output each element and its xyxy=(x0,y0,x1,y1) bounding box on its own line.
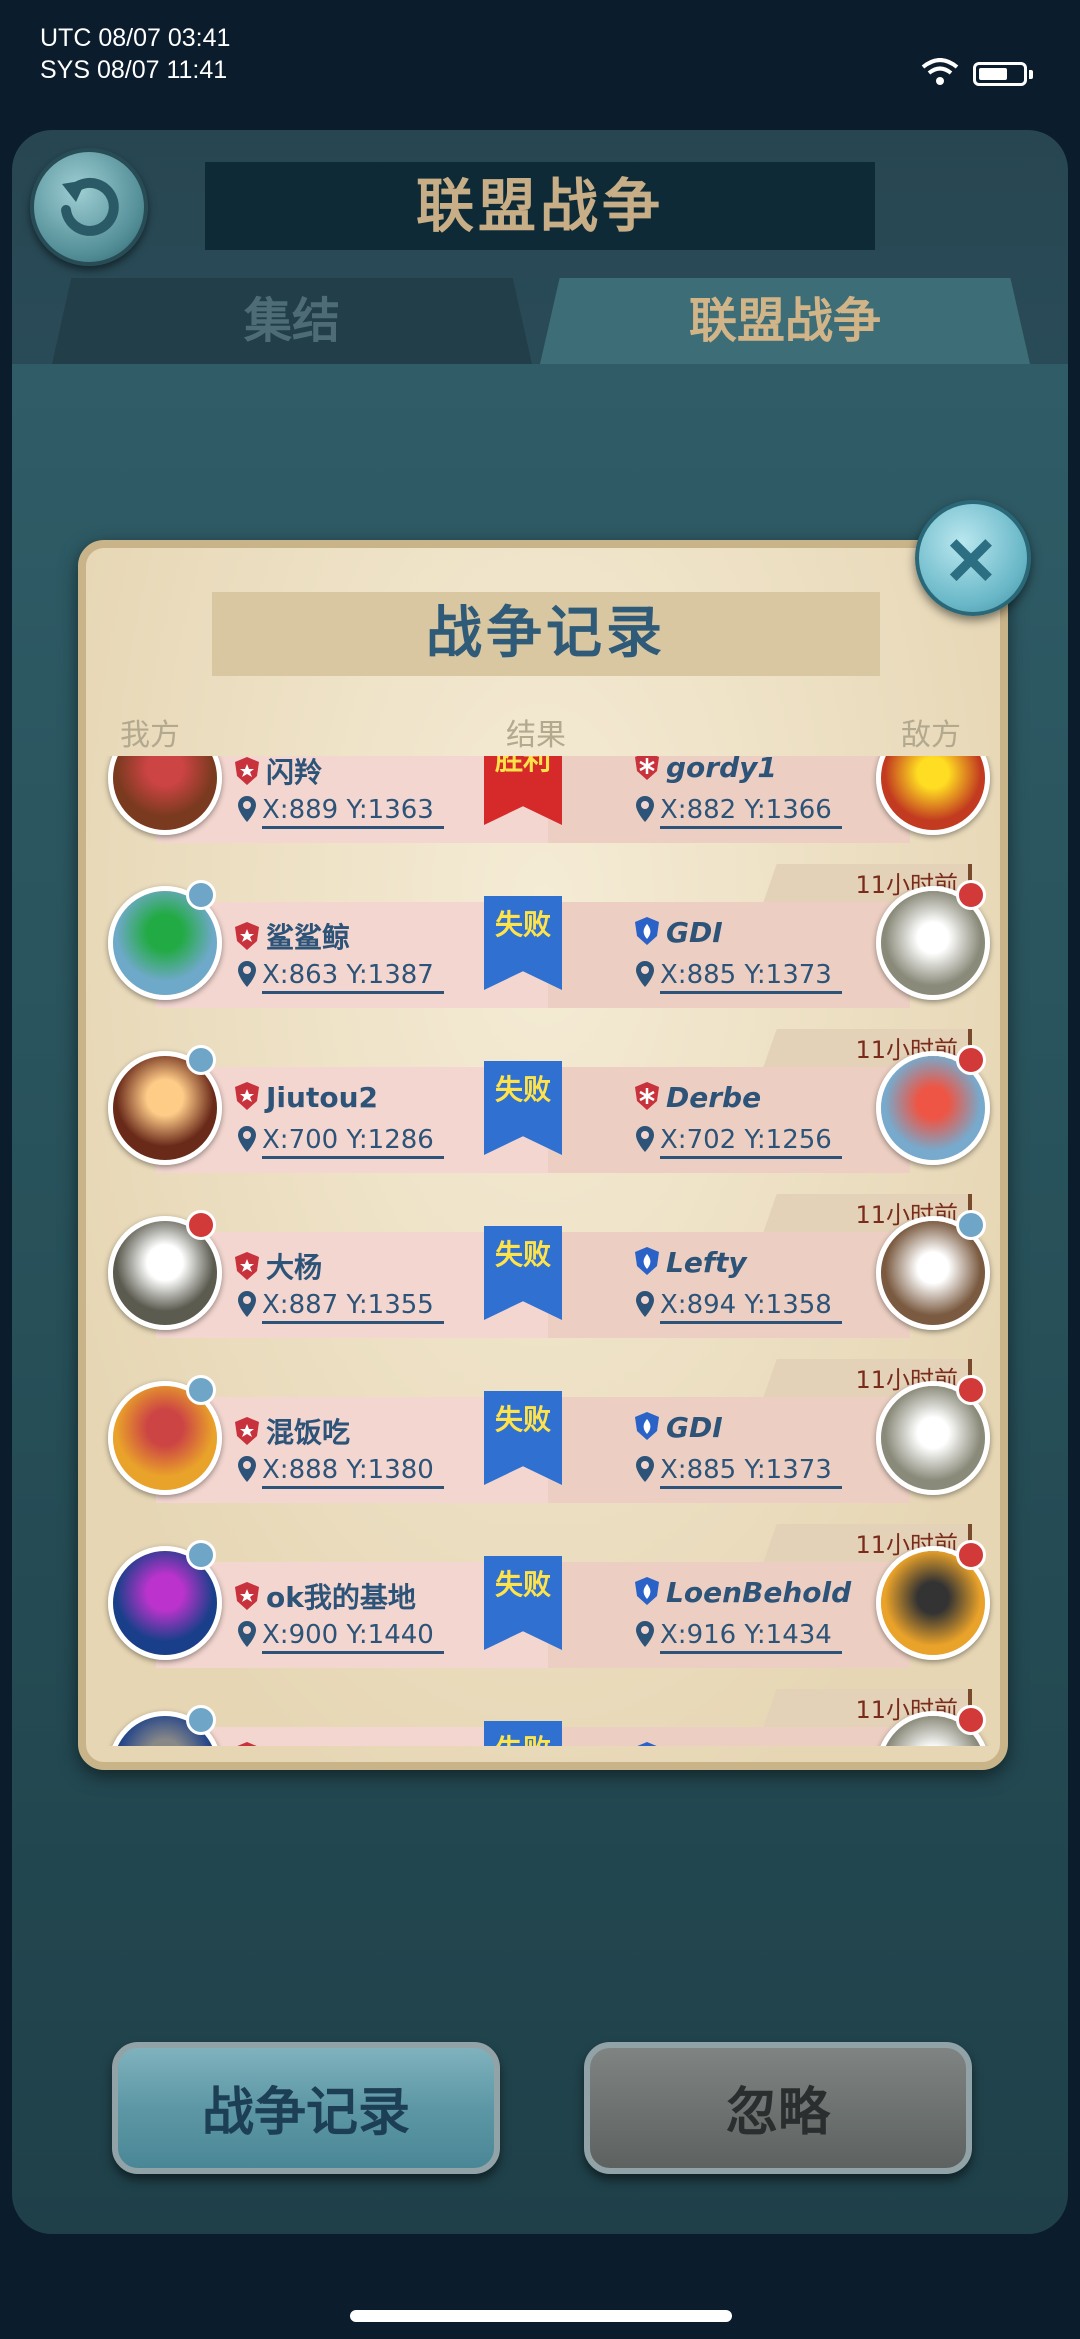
page-title: 联盟战争 xyxy=(205,162,875,250)
location-pin-icon xyxy=(238,1621,256,1647)
alliance-shield-icon xyxy=(235,922,259,950)
alliance-shield-icon xyxy=(235,1417,259,1445)
our-player-name: 鲨鲨鲸 xyxy=(234,916,350,956)
location-pin-icon xyxy=(238,1126,256,1152)
enemy-coordinates[interactable]: X:882 Y:1366 xyxy=(634,795,842,831)
our-player-name: 混饭吃 xyxy=(234,1411,350,1451)
our-player-name xyxy=(234,1741,266,1746)
tab-gather[interactable]: 集结 xyxy=(52,278,532,364)
enemy-coordinates[interactable]: X:885 Y:1373 xyxy=(634,1455,842,1491)
home-indicator[interactable] xyxy=(350,2310,732,2322)
our-avatar-badge xyxy=(186,1375,216,1405)
location-pin-icon xyxy=(636,796,654,822)
our-avatar-badge xyxy=(186,1210,216,1240)
sys-clock: SYS 08/07 11:41 xyxy=(40,56,228,84)
war-record-row[interactable]: 11小时前 ok我的基地 X:900 Y:1440 失败 LoenBehold X:916… xyxy=(86,1524,1000,1688)
war-record-row[interactable]: 11小时前 鲨鲨鲸 X:863 Y:1387 失败 GDI X:885 Y:1373 xyxy=(86,864,1000,1028)
back-arrow-icon xyxy=(61,177,119,236)
enemy-coordinates[interactable]: X:894 Y:1358 xyxy=(634,1290,842,1326)
location-pin-icon xyxy=(636,961,654,987)
war-record-row[interactable]: 闪羚 X:889 Y:1363 胜利 gordy1 X:882 Y:1366 xyxy=(86,756,1000,863)
enemy-avatar-badge xyxy=(956,1210,986,1240)
enemy-player-name: Lefty xyxy=(634,1246,747,1286)
back-button[interactable] xyxy=(30,148,148,266)
alliance-shield-icon xyxy=(237,1742,257,1746)
our-coordinates[interactable]: X:889 Y:1363 xyxy=(236,795,444,831)
our-coordinates[interactable]: X:700 Y:1286 xyxy=(236,1125,444,1161)
wifi-icon xyxy=(921,58,959,85)
enemy-shield-icon xyxy=(635,917,659,945)
our-avatar-badge xyxy=(186,880,216,910)
enemy-coordinates[interactable]: X:916 Y:1434 xyxy=(634,1620,842,1656)
war-record-row[interactable]: 11小时前 Jiutou2 X:700 Y:1286 失败 Derbe X:702 Y:1… xyxy=(86,1029,1000,1193)
battery-icon xyxy=(973,62,1033,86)
war-record-list[interactable]: 闪羚 X:889 Y:1363 胜利 gordy1 X:882 Y:1366 11小时前鲨… xyxy=(86,756,1000,1746)
ignore-button[interactable]: 忽略 xyxy=(584,2042,972,2174)
column-header-result: 结果 xyxy=(506,718,566,753)
column-header-enemy: 敌方 xyxy=(901,718,961,753)
our-coordinates[interactable]: X:888 Y:1380 xyxy=(236,1455,444,1491)
alliance-shield-icon xyxy=(235,757,259,785)
our-avatar-badge xyxy=(186,1045,216,1075)
status-bar: UTC 08/07 03:41 SYS 08/07 11:41 xyxy=(0,0,1080,130)
enemy-shield-icon xyxy=(635,1247,659,1275)
utc-clock: UTC 08/07 03:41 xyxy=(40,24,231,52)
location-pin-icon xyxy=(636,1456,654,1482)
enemy-player-name xyxy=(634,1741,666,1746)
enemy-avatar-badge xyxy=(956,1375,986,1405)
war-record-panel: 战争记录 我方 结果 敌方 闪羚 X:889 Y:1363 胜利 gordy1 X:88… xyxy=(78,540,1008,1770)
our-player-name: ok我的基地 xyxy=(234,1576,416,1616)
alliance-shield-icon xyxy=(235,1252,259,1280)
enemy-avatar-badge xyxy=(956,1045,986,1075)
enemy-player-name: gordy1 xyxy=(634,756,777,791)
our-player-name: 闪羚 xyxy=(234,756,322,791)
enemy-avatar[interactable] xyxy=(876,756,990,835)
column-header-our: 我方 xyxy=(120,718,180,753)
location-pin-icon xyxy=(636,1126,654,1152)
panel-title: 战争记录 xyxy=(212,592,880,676)
war-record-row[interactable]: 11小时前失败 xyxy=(86,1689,1000,1746)
alliance-shield-icon xyxy=(235,1582,259,1610)
enemy-avatar-badge xyxy=(956,1705,986,1735)
location-pin-icon xyxy=(238,1291,256,1317)
enemy-shield-icon xyxy=(637,1742,657,1746)
enemy-player-name: Derbe xyxy=(634,1081,761,1121)
location-pin-icon xyxy=(636,1291,654,1317)
enemy-shield-icon xyxy=(635,1412,659,1440)
location-pin-icon xyxy=(238,961,256,987)
war-record-row[interactable]: 11小时前 大杨 X:887 Y:1355 失败 Lefty X:894 Y:1358 xyxy=(86,1194,1000,1358)
our-avatar-badge xyxy=(186,1540,216,1570)
enemy-shield-icon xyxy=(635,1577,659,1605)
enemy-player-name: GDI xyxy=(634,916,723,956)
tab-alliance-war[interactable]: 联盟战争 xyxy=(540,278,1030,364)
our-avatar-badge xyxy=(186,1705,216,1735)
our-player-name: 大杨 xyxy=(234,1246,322,1286)
war-record-button[interactable]: 战争记录 xyxy=(112,2042,500,2174)
enemy-shield-icon xyxy=(635,1082,659,1110)
enemy-coordinates[interactable]: X:885 Y:1373 xyxy=(634,960,842,996)
enemy-player-name: GDI xyxy=(634,1411,723,1451)
enemy-side-band xyxy=(548,1727,910,1746)
war-record-row[interactable]: 11小时前 混饭吃 X:888 Y:1380 失败 GDI X:885 Y:1373 xyxy=(86,1359,1000,1523)
enemy-shield-icon xyxy=(635,756,659,780)
location-pin-icon xyxy=(636,1621,654,1647)
close-button[interactable]: + xyxy=(915,500,1031,616)
location-pin-icon xyxy=(238,1456,256,1482)
enemy-avatar-badge xyxy=(956,1540,986,1570)
alliance-shield-icon xyxy=(235,1082,259,1110)
enemy-avatar-badge xyxy=(956,880,986,910)
enemy-player-name: LoenBehold xyxy=(634,1576,851,1616)
our-coordinates[interactable]: X:863 Y:1387 xyxy=(236,960,444,996)
our-coordinates[interactable]: X:900 Y:1440 xyxy=(236,1620,444,1656)
our-coordinates[interactable]: X:887 Y:1355 xyxy=(236,1290,444,1326)
our-avatar[interactable] xyxy=(108,756,222,835)
enemy-coordinates[interactable]: X:702 Y:1256 xyxy=(634,1125,842,1161)
location-pin-icon xyxy=(238,796,256,822)
result-ribbon: 失败 xyxy=(484,1721,562,1746)
our-player-name: Jiutou2 xyxy=(234,1081,378,1121)
